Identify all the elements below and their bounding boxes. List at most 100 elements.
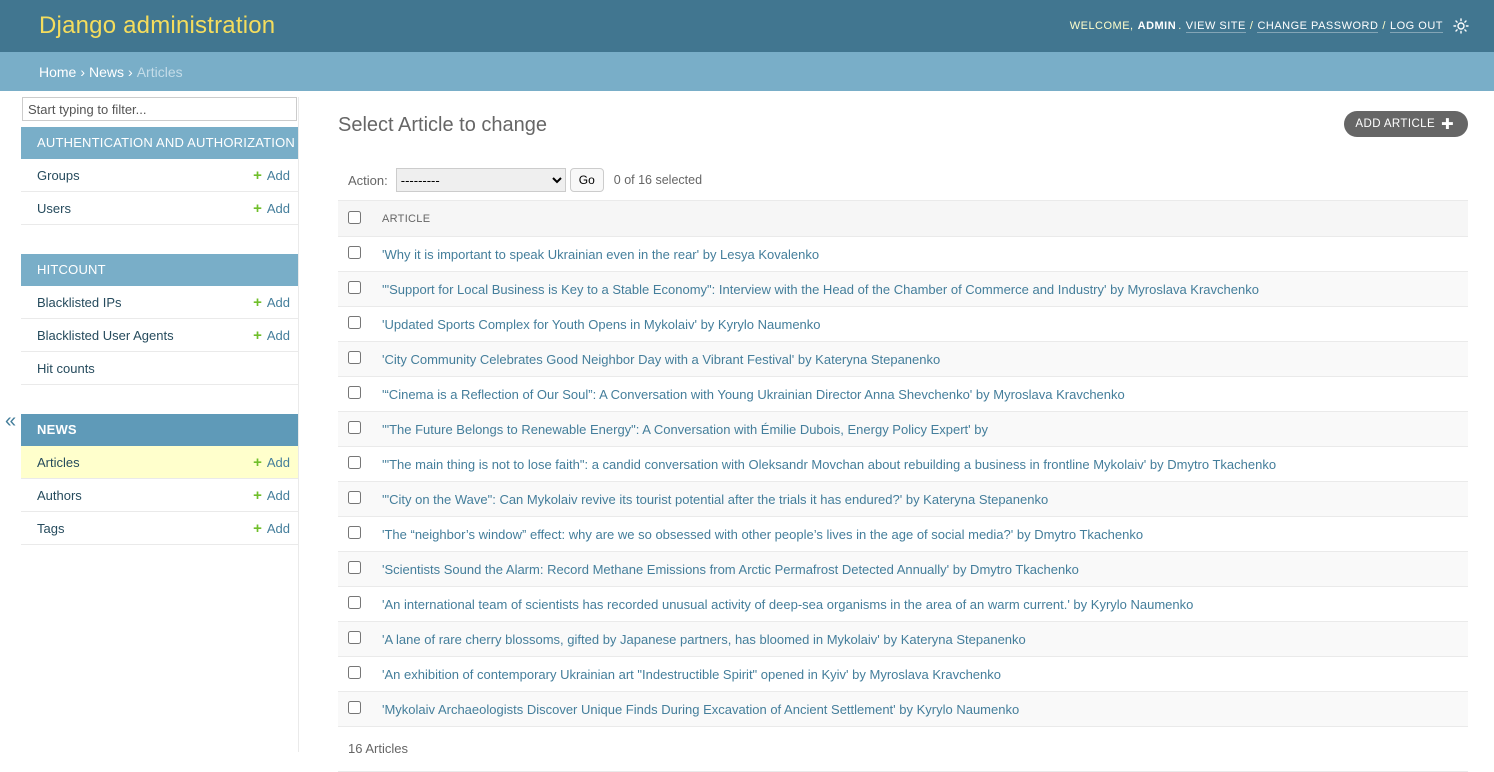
column-header-article[interactable]: Article — [381, 200, 1468, 237]
table-row: 'An exhibition of contemporary Ukrainian… — [338, 656, 1468, 692]
sidebar-item-articles: Articles + Add — [21, 446, 298, 479]
row-checkbox[interactable] — [348, 386, 361, 399]
sidebar-collapse-toggle[interactable]: « — [0, 91, 21, 752]
app-caption[interactable]: Hitcount — [21, 254, 298, 286]
sidebar-item-blacklisted-user-agents: Blacklisted User Agents + Add — [21, 319, 298, 352]
article-link[interactable]: '"The Future Belongs to Renewable Energy… — [382, 422, 988, 437]
change-password-link[interactable]: Change password — [1257, 20, 1379, 33]
article-cell: '“Cinema is a Reflection of Our Soul”: A… — [381, 376, 1468, 412]
app-module: Authentication and Authorization Groups + A… — [21, 127, 298, 225]
app-module: News Articles + Add Authors + Add Tags + Add — [21, 414, 298, 545]
article-link[interactable]: '"Support for Local Business is Key to a… — [382, 282, 1259, 297]
separator: / — [1249, 20, 1254, 32]
sidebar-item-hit-counts: Hit counts — [21, 352, 298, 385]
model-link[interactable]: Tags — [37, 521, 64, 536]
article-link[interactable]: 'An international team of scientists has… — [382, 597, 1193, 612]
action-select[interactable]: --------- — [395, 168, 566, 192]
row-checkbox[interactable] — [348, 666, 361, 679]
article-link[interactable]: 'City Community Celebrates Good Neighbor… — [382, 352, 940, 367]
model-link[interactable]: Blacklisted User Agents — [37, 328, 174, 343]
table-row: 'An international team of scientists has… — [338, 586, 1468, 622]
add-link[interactable]: + Add — [253, 327, 290, 344]
row-checkbox[interactable] — [348, 246, 361, 259]
go-button[interactable]: Go — [569, 168, 604, 192]
article-cell: '"City on the Wave": Can Mykolaiv revive… — [381, 481, 1468, 517]
username: admin — [1137, 20, 1177, 32]
row-checkbox-cell — [338, 551, 381, 587]
breadcrumb-separator: › — [80, 63, 86, 80]
model-link[interactable]: Hit counts — [37, 361, 95, 376]
article-link[interactable]: 'Why it is important to speak Ukrainian … — [382, 247, 819, 262]
breadcrumb: Home › News › Articles — [0, 52, 1494, 91]
sidebar-item-users: Users + Add — [21, 192, 298, 225]
row-checkbox-cell — [338, 691, 381, 727]
add-link[interactable]: + Add — [253, 454, 290, 471]
log-out-link[interactable]: Log out — [1389, 20, 1443, 33]
article-link[interactable]: '"City on the Wave": Can Mykolaiv revive… — [382, 492, 1048, 507]
article-link[interactable]: 'A lane of rare cherry blossoms, gifted … — [382, 632, 1026, 647]
article-cell: 'City Community Celebrates Good Neighbor… — [381, 341, 1468, 377]
model-link[interactable]: Blacklisted IPs — [37, 295, 122, 310]
row-checkbox[interactable] — [348, 316, 361, 329]
row-checkbox[interactable] — [348, 351, 361, 364]
article-link[interactable]: 'Mykolaiv Archaeologists Discover Unique… — [382, 702, 1019, 717]
plus-icon: + — [253, 519, 262, 537]
sidebar-filter-input[interactable] — [22, 97, 297, 121]
add-link[interactable]: + Add — [253, 200, 290, 217]
add-link[interactable]: + Add — [253, 294, 290, 311]
table-row: 'Scientists Sound the Alarm: Record Meth… — [338, 551, 1468, 587]
article-link[interactable]: 'An exhibition of contemporary Ukrainian… — [382, 667, 1001, 682]
view-site-link[interactable]: View site — [1185, 20, 1246, 33]
breadcrumb-home[interactable]: Home — [39, 64, 76, 80]
add-label: Add — [266, 520, 290, 536]
table-row: '"The main thing is not to lose faith": … — [338, 446, 1468, 482]
article-link[interactable]: 'Scientists Sound the Alarm: Record Meth… — [382, 562, 1079, 577]
row-checkbox[interactable] — [348, 596, 361, 609]
plus-icon: + — [253, 326, 262, 344]
row-checkbox[interactable] — [348, 631, 361, 644]
row-checkbox[interactable] — [348, 491, 361, 504]
add-label: Add — [266, 167, 290, 183]
select-all-checkbox[interactable] — [348, 210, 361, 224]
sidebar-item-authors: Authors + Add — [21, 479, 298, 512]
site-branding[interactable]: Django administration — [39, 12, 275, 40]
article-link[interactable]: 'The “neighbor’s window” effect: why are… — [382, 527, 1143, 542]
plus-icon: + — [253, 453, 262, 471]
model-link[interactable]: Articles — [37, 455, 80, 470]
article-link[interactable]: 'Updated Sports Complex for Youth Opens … — [382, 317, 821, 332]
add-label: Add — [266, 200, 290, 216]
add-link[interactable]: + Add — [253, 520, 290, 537]
row-checkbox-cell — [338, 656, 381, 692]
select-all-cell — [338, 200, 381, 237]
row-checkbox[interactable] — [348, 701, 361, 714]
app-caption[interactable]: News — [21, 414, 298, 446]
row-checkbox[interactable] — [348, 526, 361, 539]
breadcrumb-news[interactable]: News — [89, 64, 124, 80]
app-caption[interactable]: Authentication and Authorization — [21, 127, 298, 159]
add-article-button[interactable]: Add Article ✚ — [1344, 111, 1468, 137]
row-checkbox-cell — [338, 376, 381, 412]
article-link[interactable]: '"The main thing is not to lose faith": … — [382, 457, 1276, 472]
row-checkbox[interactable] — [348, 456, 361, 469]
sun-icon[interactable] — [1453, 18, 1469, 34]
row-checkbox[interactable] — [348, 281, 361, 294]
plus-icon: + — [253, 199, 262, 217]
add-label: Add — [266, 487, 290, 503]
table-row: 'City Community Celebrates Good Neighbor… — [338, 341, 1468, 377]
breadcrumb-current: Articles — [136, 63, 183, 80]
article-link[interactable]: '“Cinema is a Reflection of Our Soul”: A… — [382, 387, 1125, 402]
article-cell: 'Scientists Sound the Alarm: Record Meth… — [381, 551, 1468, 587]
add-link[interactable]: + Add — [253, 167, 290, 184]
article-cell: 'An exhibition of contemporary Ukrainian… — [381, 656, 1468, 692]
model-link[interactable]: Users — [37, 201, 71, 216]
header: Django administration Welcome, admin. Vi… — [0, 0, 1494, 52]
table-row: '"City on the Wave": Can Mykolaiv revive… — [338, 481, 1468, 517]
add-link[interactable]: + Add — [253, 487, 290, 504]
row-checkbox[interactable] — [348, 561, 361, 574]
row-checkbox-cell — [338, 271, 381, 307]
selection-counter: 0 of 16 selected — [613, 173, 703, 187]
model-link[interactable]: Authors — [37, 488, 82, 503]
row-checkbox[interactable] — [348, 421, 361, 434]
table-row: 'Why it is important to speak Ukrainian … — [338, 236, 1468, 272]
model-link[interactable]: Groups — [37, 168, 80, 183]
